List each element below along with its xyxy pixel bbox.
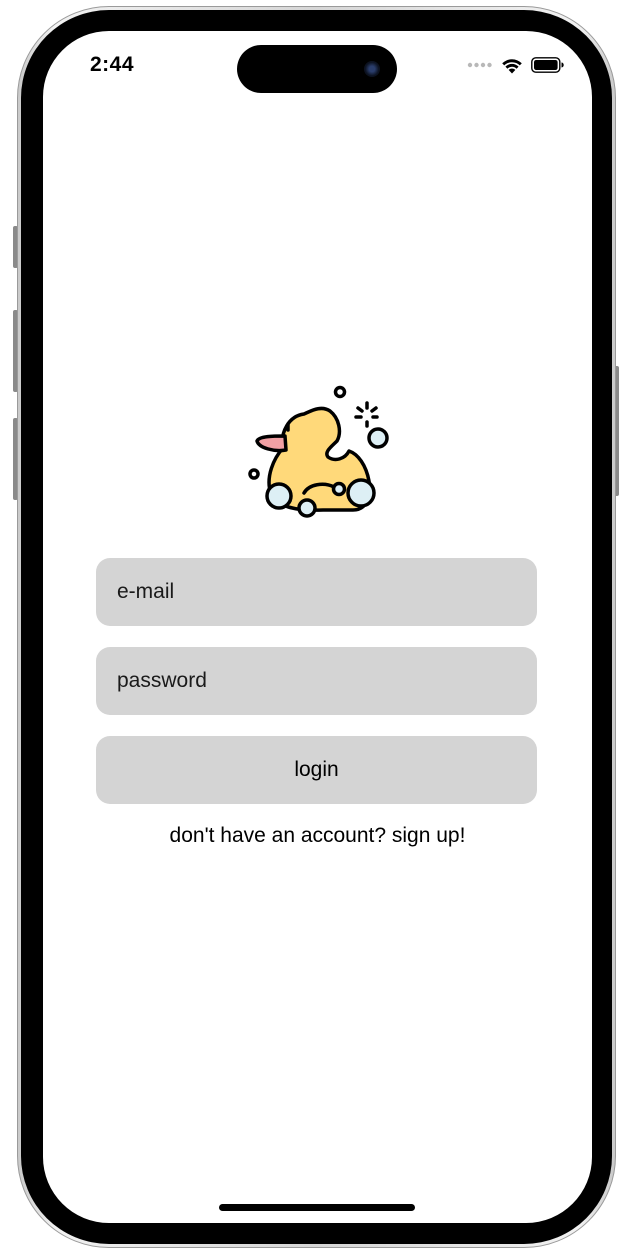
password-input[interactable] bbox=[96, 647, 537, 715]
cellular-signal-icon bbox=[467, 62, 492, 68]
home-indicator[interactable] bbox=[219, 1204, 415, 1211]
dynamic-island bbox=[237, 45, 397, 93]
email-input[interactable] bbox=[96, 558, 537, 626]
status-time: 2:44 bbox=[90, 53, 135, 76]
phone-screen: 2:44 e-mail login don't have an account?… bbox=[43, 31, 592, 1223]
login-button[interactable]: login bbox=[96, 736, 537, 804]
wifi-icon bbox=[502, 58, 522, 73]
signup-link[interactable]: don't have an account? sign up! bbox=[43, 824, 592, 848]
status-icons bbox=[467, 55, 564, 75]
battery-icon bbox=[531, 57, 564, 73]
rubber-duck-icon bbox=[248, 385, 389, 518]
front-camera bbox=[364, 61, 380, 77]
